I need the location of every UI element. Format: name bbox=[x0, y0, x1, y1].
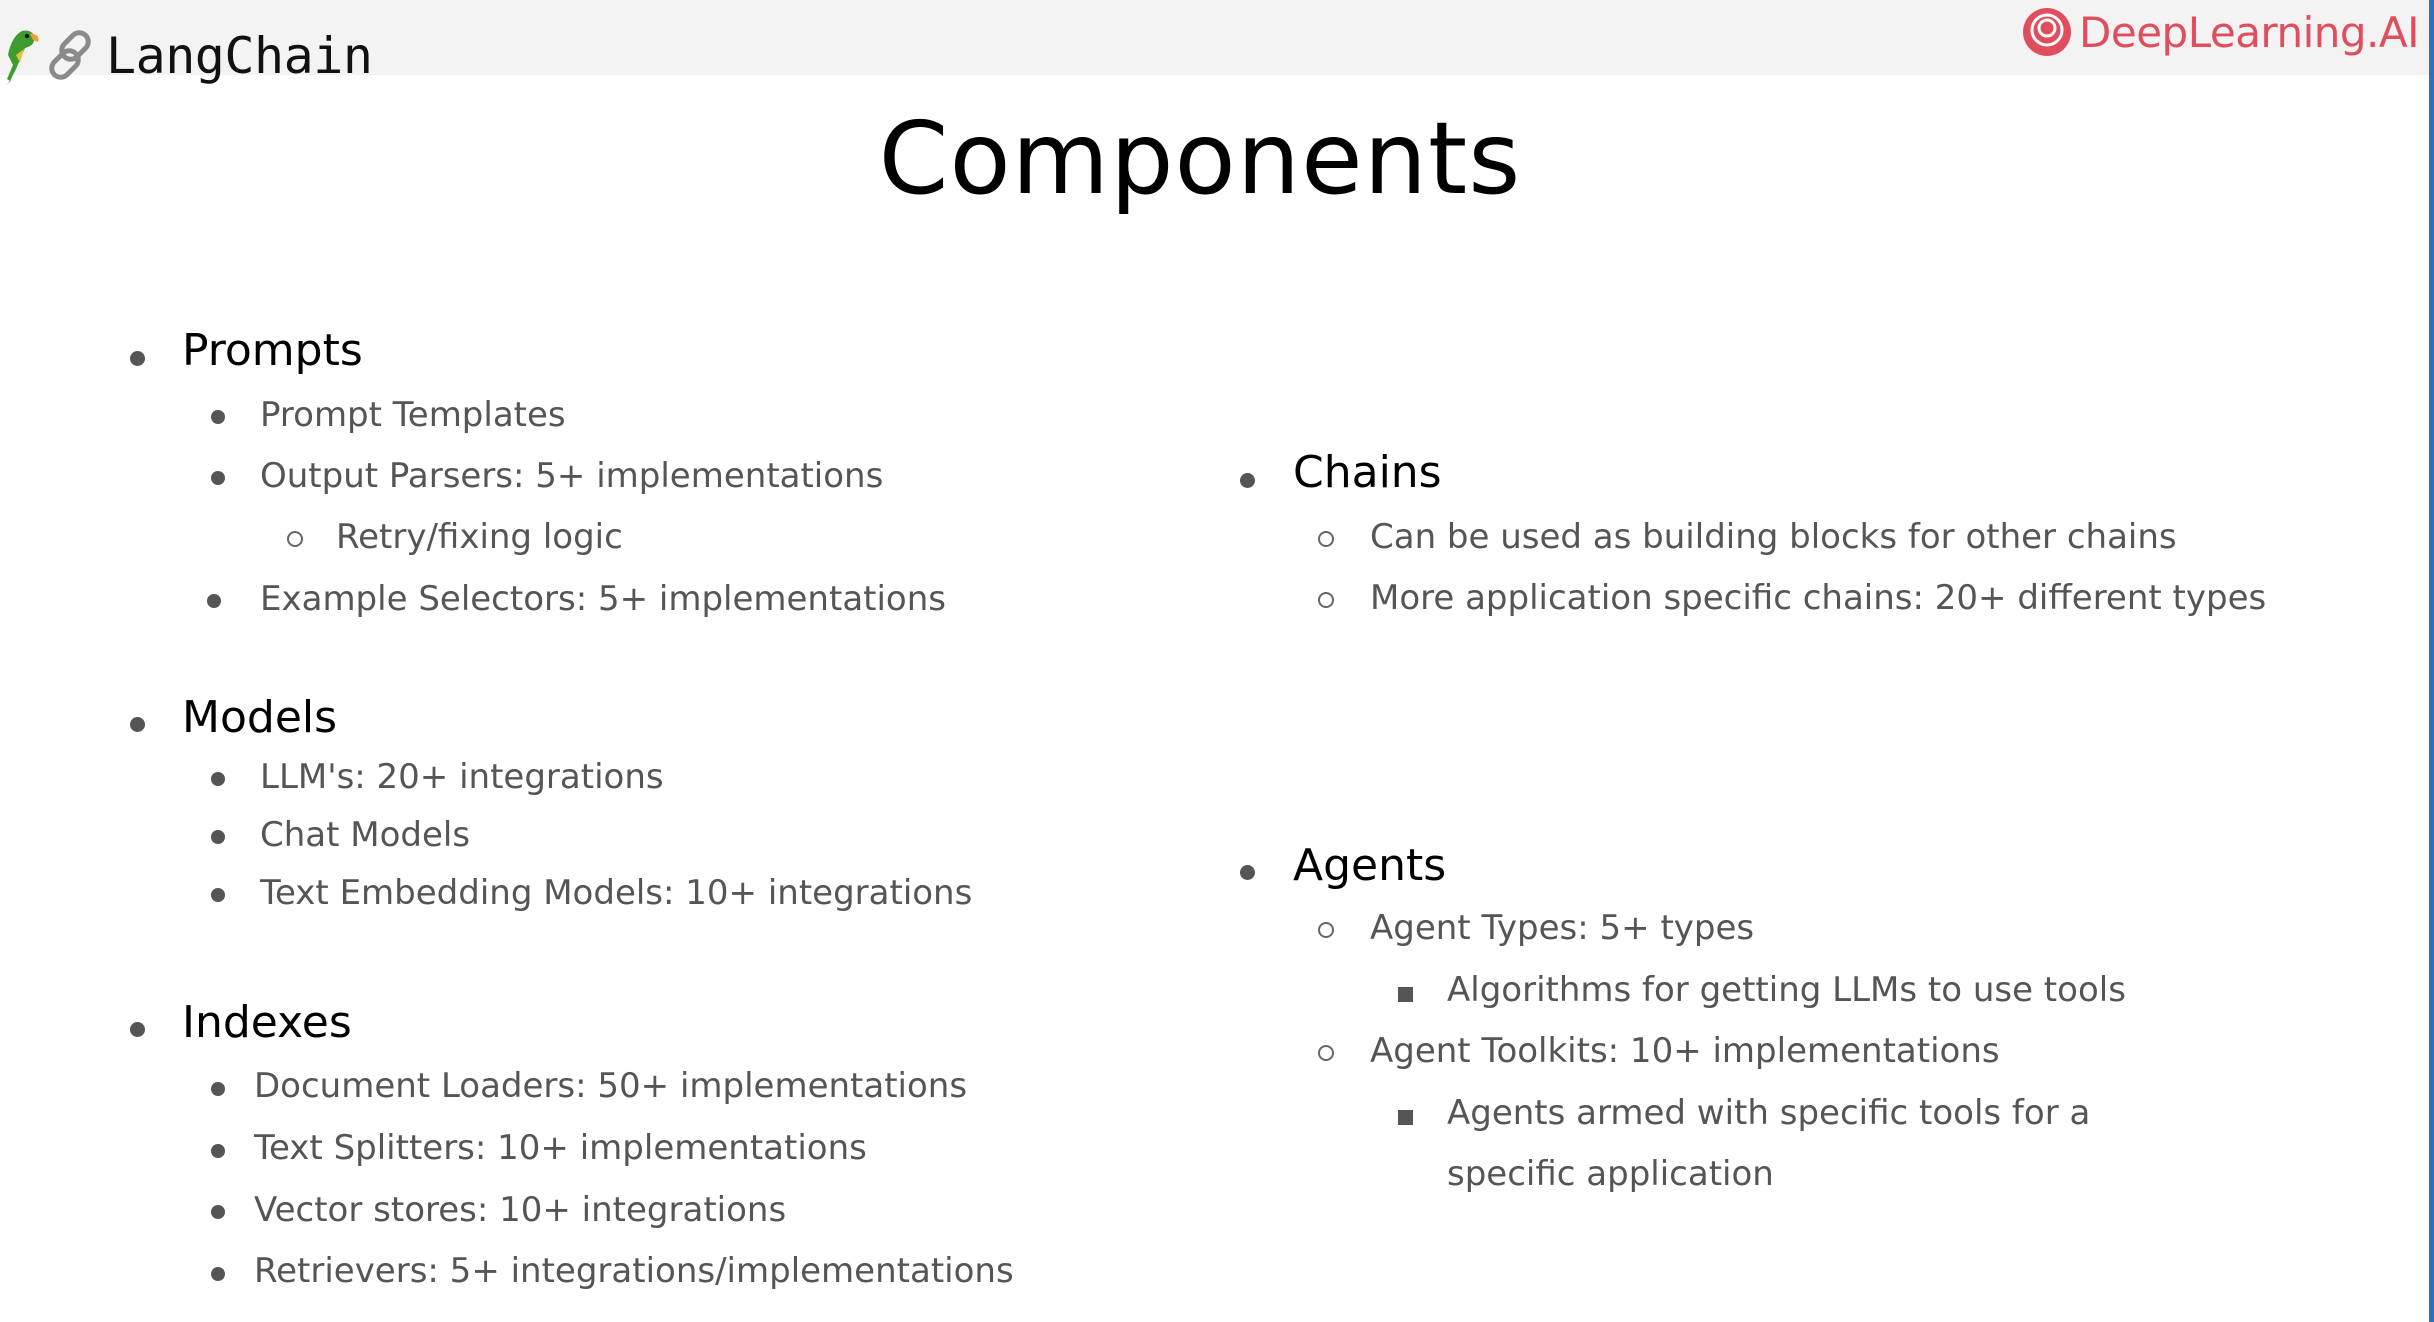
bullet-disc bbox=[211, 471, 225, 485]
list-item: Text Embedding Models: 10+ integrations bbox=[260, 873, 973, 913]
list-item-chains: Chains bbox=[1293, 447, 1442, 498]
list-item: More application specific chains: 20+ di… bbox=[1370, 578, 2267, 618]
bullet-disc bbox=[211, 888, 225, 902]
list-item: Example Selectors: 5+ implementations bbox=[260, 579, 946, 619]
list-item: Retry/fixing logic bbox=[336, 517, 623, 557]
deeplearning-logo-icon bbox=[2023, 8, 2072, 56]
parrot-icon bbox=[4, 30, 39, 87]
bullet-circle bbox=[1318, 922, 1334, 938]
bullet-disc bbox=[130, 1022, 145, 1037]
bullet-circle bbox=[1318, 531, 1334, 547]
list-item-agents: Agents bbox=[1293, 840, 1446, 891]
list-item: Agent Toolkits: 10+ implementations bbox=[1370, 1031, 2000, 1071]
bullet-disc bbox=[211, 1205, 225, 1219]
list-item: LLM's: 20+ integrations bbox=[260, 757, 664, 797]
list-item: Document Loaders: 50+ implementations bbox=[254, 1066, 968, 1106]
list-item: Prompt Templates bbox=[260, 395, 566, 435]
heading-agents: Agents bbox=[1293, 840, 1447, 891]
list-item-indexes: Indexes bbox=[182, 997, 352, 1048]
list-item-models: Models bbox=[182, 692, 337, 743]
bullet-square bbox=[1398, 987, 1413, 1002]
slide-title: Components bbox=[878, 100, 1522, 217]
list-item: Can be used as building blocks for other… bbox=[1370, 517, 2177, 557]
heading-chains: Chains bbox=[1293, 447, 1442, 498]
deeplearning-wordmark: DeepLearning.AI bbox=[2079, 7, 2419, 57]
bullet-circle bbox=[287, 531, 303, 547]
bullet-disc bbox=[211, 1082, 225, 1096]
list-item: Text Splitters: 10+ implementations bbox=[254, 1128, 867, 1168]
bullet-disc bbox=[130, 717, 145, 732]
bullet-disc bbox=[1240, 865, 1255, 880]
heading-indexes: Indexes bbox=[182, 997, 352, 1048]
list-item: Output Parsers: 5+ implementations bbox=[260, 456, 884, 496]
list-item-continued: specific application bbox=[1447, 1154, 1774, 1194]
langchain-wordmark: LangChain bbox=[106, 27, 373, 85]
langchain-brand: LangChain bbox=[0, 16, 373, 96]
link-icon bbox=[49, 30, 91, 80]
heading-models: Models bbox=[182, 692, 338, 743]
heading-prompts: Prompts bbox=[182, 325, 363, 376]
list-item: Agents armed with specific tools for a bbox=[1447, 1093, 2091, 1133]
list-item: Chat Models bbox=[260, 815, 471, 855]
bullet-disc bbox=[211, 1144, 225, 1158]
deeplearning-brand: DeepLearning.AI bbox=[2021, 6, 2419, 58]
bullet-disc bbox=[211, 830, 225, 844]
bullet-disc bbox=[211, 772, 225, 786]
bullet-disc bbox=[207, 594, 221, 608]
bullet-disc bbox=[211, 1267, 225, 1281]
bullet-circle bbox=[1318, 1045, 1334, 1061]
bullet-disc bbox=[1240, 473, 1255, 488]
bullet-circle bbox=[1318, 592, 1334, 608]
list-item: Algorithms for getting LLMs to use tools bbox=[1447, 970, 2126, 1010]
bullet-disc bbox=[130, 351, 145, 366]
list-item: Vector stores: 10+ integrations bbox=[254, 1190, 787, 1230]
list-item: Retrievers: 5+ integrations/implementati… bbox=[254, 1251, 1014, 1291]
bullet-disc bbox=[211, 410, 225, 424]
list-item-prompts: Prompts bbox=[182, 325, 363, 376]
bullet-square bbox=[1398, 1110, 1413, 1125]
window-right-edge bbox=[2429, 0, 2434, 1322]
list-item: Agent Types: 5+ types bbox=[1370, 908, 1755, 948]
